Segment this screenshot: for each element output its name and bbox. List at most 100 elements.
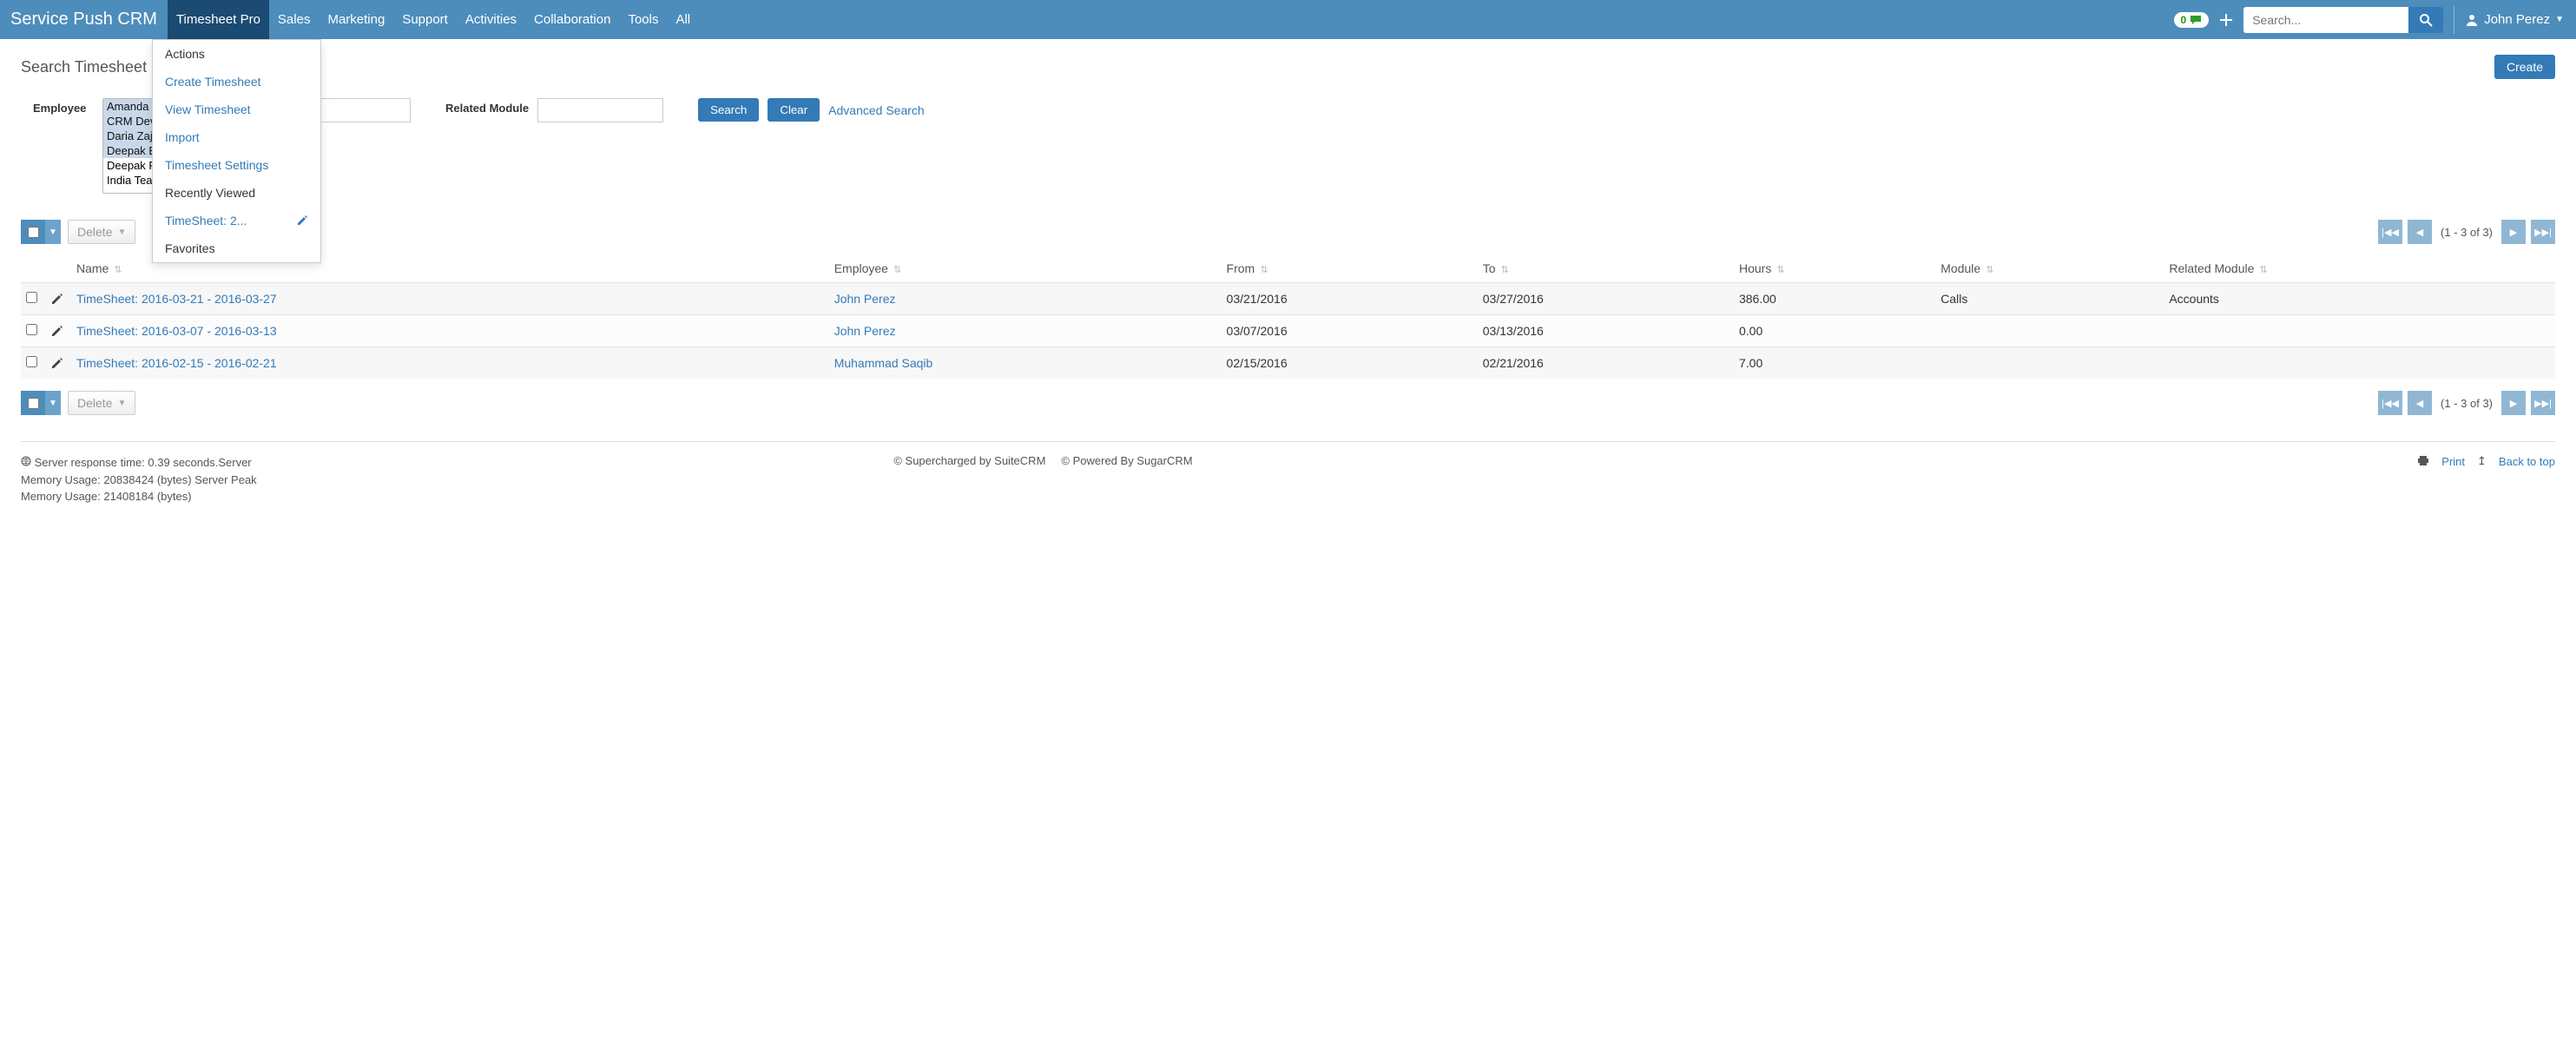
select-all-checkbox[interactable]: [21, 391, 45, 415]
user-name: John Perez: [2484, 12, 2550, 27]
pager-prev-icon[interactable]: ◀: [2408, 391, 2432, 415]
supercharged-text: © Supercharged by SuiteCRM: [893, 454, 1045, 467]
dropdown-timesheet-settings[interactable]: Timesheet Settings: [153, 151, 320, 179]
dropdown-create-timesheet[interactable]: Create Timesheet: [153, 68, 320, 96]
tab-collaboration[interactable]: Collaboration: [525, 0, 619, 39]
pager-first-icon[interactable]: |◀◀: [2378, 391, 2402, 415]
sort-icon: ⇅: [2259, 264, 2267, 275]
cell-to: 03/27/2016: [1478, 283, 1734, 315]
col-employee[interactable]: Employee⇅: [829, 254, 1222, 283]
caret-down-icon: ▼: [2555, 15, 2564, 24]
back-to-top-link[interactable]: Back to top: [2499, 455, 2555, 468]
footer: Server response time: 0.39 seconds.Serve…: [21, 454, 2555, 523]
list-toolbar-top: ▼ Delete ▼ |◀◀ ◀ (1 - 3 of 3) ▶ ▶▶|: [21, 220, 2555, 244]
search-button[interactable]: [2408, 7, 2443, 33]
create-button[interactable]: Create: [2494, 55, 2555, 79]
server-stats-text: Server response time: 0.39 seconds.Serve…: [21, 456, 257, 503]
pager-last-icon[interactable]: ▶▶|: [2531, 220, 2555, 244]
dropdown-view-timesheet[interactable]: View Timesheet: [153, 96, 320, 123]
cell-to: 03/13/2016: [1478, 315, 1734, 347]
employee-link[interactable]: John Perez: [834, 292, 896, 306]
delete-button[interactable]: Delete ▼: [68, 391, 135, 415]
cell-hours: 386.00: [1734, 283, 1935, 315]
tab-sales[interactable]: Sales: [269, 0, 320, 39]
timesheet-link[interactable]: TimeSheet: 2016-03-07 - 2016-03-13: [76, 324, 277, 338]
related-module-label: Related Module: [445, 98, 529, 115]
pager-first-icon[interactable]: |◀◀: [2378, 220, 2402, 244]
select-all-caret-icon[interactable]: ▼: [45, 391, 61, 415]
clear-button[interactable]: Clear: [768, 98, 820, 122]
dropdown-actions-header: Actions: [153, 40, 320, 68]
delete-label: Delete: [77, 396, 112, 410]
search-button[interactable]: Search: [698, 98, 759, 122]
timesheet-link[interactable]: TimeSheet: 2016-02-15 - 2016-02-21: [76, 356, 277, 370]
select-all-group[interactable]: ▼: [21, 391, 61, 415]
globe-icon: [21, 456, 31, 466]
sort-icon: ⇅: [893, 264, 901, 275]
table-row: TimeSheet: 2016-03-21 - 2016-03-27 John P…: [21, 283, 2555, 315]
tab-marketing[interactable]: Marketing: [319, 0, 393, 39]
pager-text: (1 - 3 of 3): [2437, 226, 2496, 239]
search-actions: Search Clear Advanced Search: [698, 98, 925, 122]
dropdown-import[interactable]: Import: [153, 123, 320, 151]
notif-count: 0: [2181, 14, 2187, 26]
tab-activities[interactable]: Activities: [457, 0, 525, 39]
select-all-caret-icon[interactable]: ▼: [45, 220, 61, 244]
row-checkbox[interactable]: [26, 292, 37, 303]
delete-label: Delete: [77, 225, 112, 239]
select-all-group[interactable]: ▼: [21, 220, 61, 244]
col-to[interactable]: To⇅: [1478, 254, 1734, 283]
top-nav: Service Push CRM Timesheet Pro Sales Mar…: [0, 0, 2576, 39]
employee-link[interactable]: John Perez: [834, 324, 896, 338]
cell-module: [1935, 315, 2164, 347]
tab-all[interactable]: All: [667, 0, 699, 39]
delete-button[interactable]: Delete ▼: [68, 220, 135, 244]
pencil-icon[interactable]: [50, 356, 66, 370]
table-row: TimeSheet: 2016-02-15 - 2016-02-21 Muhamm…: [21, 347, 2555, 380]
row-checkbox[interactable]: [26, 324, 37, 335]
pencil-icon[interactable]: [50, 292, 66, 306]
sort-icon: ⇅: [1501, 264, 1509, 275]
pager-bottom: |◀◀ ◀ (1 - 3 of 3) ▶ ▶▶|: [2378, 391, 2555, 415]
pager-next-icon[interactable]: ▶: [2501, 391, 2526, 415]
cell-related: [2164, 347, 2555, 380]
col-hours[interactable]: Hours⇅: [1734, 254, 1935, 283]
pager-prev-icon[interactable]: ◀: [2408, 220, 2432, 244]
brand[interactable]: Service Push CRM: [0, 0, 168, 39]
cell-module: [1935, 347, 2164, 380]
user-menu[interactable]: John Perez ▼: [2465, 12, 2564, 27]
cell-hours: 0.00: [1734, 315, 1935, 347]
cell-related: Accounts: [2164, 283, 2555, 315]
timesheet-link[interactable]: TimeSheet: 2016-03-21 - 2016-03-27: [76, 292, 277, 306]
print-link[interactable]: Print: [2441, 455, 2465, 468]
col-from[interactable]: From⇅: [1222, 254, 1478, 283]
dropdown-recent-item[interactable]: TimeSheet: 2...: [153, 207, 320, 234]
cell-from: 03/07/2016: [1222, 315, 1478, 347]
pencil-icon[interactable]: [296, 214, 308, 227]
footer-right: Print ↥ Back to top: [2417, 454, 2555, 468]
tab-timesheet-pro[interactable]: Timesheet Pro: [168, 0, 269, 39]
select-all-checkbox[interactable]: [21, 220, 45, 244]
employee-link[interactable]: Muhammad Saqib: [834, 356, 933, 370]
pager-last-icon[interactable]: ▶▶|: [2531, 391, 2555, 415]
page-header: Search Timesheet Pro Create: [21, 55, 2555, 79]
tab-support[interactable]: Support: [393, 0, 457, 39]
timesheet-pro-dropdown: Actions Create Timesheet View Timesheet …: [152, 39, 321, 263]
related-module-field[interactable]: [537, 98, 663, 122]
col-related[interactable]: Related Module⇅: [2164, 254, 2555, 283]
advanced-search-link[interactable]: Advanced Search: [828, 103, 925, 117]
tab-tools[interactable]: Tools: [619, 0, 667, 39]
arrow-up-icon: ↥: [2477, 454, 2487, 468]
timesheet-table: Name⇅ Employee⇅ From⇅ To⇅ Hours⇅ Module⇅…: [21, 254, 2555, 379]
row-checkbox[interactable]: [26, 356, 37, 367]
dropdown-recently-header: Recently Viewed: [153, 179, 320, 207]
pager-next-icon[interactable]: ▶: [2501, 220, 2526, 244]
nav-tabs: Timesheet Pro Sales Marketing Support Ac…: [168, 0, 699, 39]
search-input[interactable]: [2243, 7, 2408, 33]
pencil-icon[interactable]: [50, 324, 66, 338]
col-module[interactable]: Module⇅: [1935, 254, 2164, 283]
notification-pill[interactable]: 0: [2174, 12, 2210, 28]
quick-create-icon[interactable]: [2219, 13, 2233, 27]
recent-item-label: TimeSheet: 2...: [165, 214, 247, 228]
print-icon: [2417, 456, 2429, 466]
